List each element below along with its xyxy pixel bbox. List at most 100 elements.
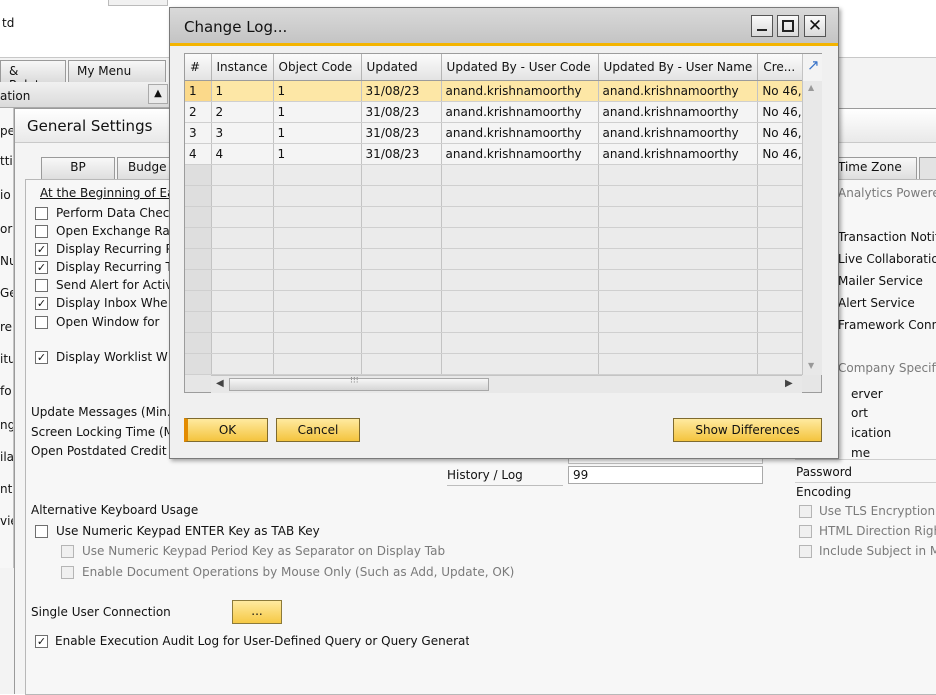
- cell-object-code[interactable]: 1: [273, 80, 362, 102]
- cancel-button[interactable]: Cancel: [276, 418, 360, 442]
- table-row[interactable]: 4 4 1 31/08/23 anand.krishnamoorthy anan…: [185, 143, 807, 165]
- checkbox-open-window[interactable]: [35, 316, 48, 329]
- tab-bp[interactable]: BP: [41, 157, 115, 179]
- checkbox-display-worklist[interactable]: ✓: [35, 351, 48, 364]
- edge-label: pe: [0, 124, 13, 138]
- cell-created[interactable]: No 46,: [757, 122, 807, 144]
- field-above-history[interactable]: [568, 459, 763, 464]
- change-log-table: # Instance Object Code Updated Updated B…: [185, 54, 807, 375]
- checkbox-display-recurring-postings[interactable]: ✓: [35, 243, 48, 256]
- tab-time-zone[interactable]: Time Zone: [827, 157, 917, 179]
- cell-instance[interactable]: 3: [211, 122, 274, 144]
- table-row[interactable]: 1 1 1 31/08/23 anand.krishnamoorthy anan…: [185, 80, 807, 102]
- cell-object-code[interactable]: 1: [273, 143, 362, 165]
- tab-relate[interactable]: & Relate: [0, 60, 66, 92]
- close-button[interactable]: ✕: [804, 15, 826, 37]
- scroll-up-button[interactable]: ▲: [148, 84, 168, 104]
- checkbox-include-subject[interactable]: [799, 545, 812, 558]
- keyboard-section-title: Alternative Keyboard Usage: [31, 503, 199, 517]
- column-header-number[interactable]: #: [185, 54, 212, 81]
- cell-user-name[interactable]: anand.krishnamoorthy: [598, 143, 759, 165]
- cell-object-code[interactable]: 1: [273, 101, 362, 123]
- row-number[interactable]: 3: [185, 122, 212, 144]
- arrow-expand-icon: ↗: [807, 56, 820, 74]
- checkbox-use-tls[interactable]: [799, 505, 812, 518]
- minimize-button[interactable]: [751, 15, 773, 37]
- label-framework-connection: Framework Conn: [838, 318, 936, 332]
- cell-created[interactable]: No 46,: [757, 101, 807, 123]
- label-html-direction: HTML Direction Righ: [819, 524, 936, 538]
- label-numeric-enter: Use Numeric Keypad ENTER Key as TAB Key: [56, 524, 320, 538]
- cell-updated[interactable]: 31/08/23: [361, 143, 442, 165]
- empty-row: [185, 353, 807, 375]
- cell-created[interactable]: No 46,: [757, 143, 807, 165]
- background-window-controls[interactable]: [108, 0, 168, 6]
- label-display-inbox: Display Inbox Whe: [56, 296, 168, 310]
- cell-user-code[interactable]: anand.krishnamoorthy: [441, 101, 599, 123]
- label-encoding: Encoding: [796, 485, 852, 499]
- edge-label: ng: [0, 418, 13, 432]
- maximize-button[interactable]: [777, 15, 799, 37]
- vertical-scrollbar[interactable]: ▲ ▼: [802, 81, 822, 375]
- label-screen-locking: Screen Locking Time (M: [31, 425, 171, 439]
- cell-updated[interactable]: 31/08/23: [361, 122, 442, 144]
- scrollbar-thumb[interactable]: ⁝⁝⁝: [229, 376, 489, 391]
- checkbox-mouse-only[interactable]: [61, 566, 74, 579]
- single-user-button[interactable]: ...: [232, 600, 282, 624]
- column-header-updated[interactable]: Updated: [361, 54, 442, 81]
- check-icon: ✓: [36, 351, 47, 364]
- checkbox-audit-log[interactable]: ✓: [35, 635, 48, 648]
- cell-instance[interactable]: 2: [211, 101, 274, 123]
- checkbox-send-alert[interactable]: [35, 279, 48, 292]
- tab-next[interactable]: [919, 157, 936, 179]
- cell-instance[interactable]: 4: [211, 143, 274, 165]
- cell-user-name[interactable]: anand.krishnamoorthy: [598, 80, 759, 102]
- cell-instance[interactable]: 1: [211, 80, 274, 102]
- divider: [795, 459, 936, 460]
- cell-user-name[interactable]: anand.krishnamoorthy: [598, 101, 759, 123]
- cell-created[interactable]: No 46,: [757, 80, 807, 102]
- horizontal-scrollbar[interactable]: ◀ ⁝⁝⁝ ▶: [211, 375, 802, 393]
- column-chooser-button[interactable]: ↗: [802, 54, 822, 81]
- change-log-title-bar[interactable]: Change Log... ✕: [170, 8, 838, 46]
- checkbox-html-direction[interactable]: [799, 525, 812, 538]
- cell-user-name[interactable]: anand.krishnamoorthy: [598, 122, 759, 144]
- tab-budget[interactable]: Budge: [117, 157, 177, 179]
- column-header-user-code[interactable]: Updated By - User Code: [441, 54, 599, 81]
- column-header-user-name[interactable]: Updated By - User Name: [598, 54, 759, 81]
- checkbox-numeric-enter[interactable]: [35, 525, 48, 538]
- checkbox-display-inbox[interactable]: ✓: [35, 297, 48, 310]
- edge-label: re: [0, 320, 13, 334]
- label-alert-service: Alert Service: [838, 296, 915, 310]
- cell-user-code[interactable]: anand.krishnamoorthy: [441, 80, 599, 102]
- column-header-object-code[interactable]: Object Code: [273, 54, 362, 81]
- column-header-created[interactable]: Cre...: [757, 54, 807, 81]
- row-number[interactable]: 2: [185, 101, 212, 123]
- cell-updated[interactable]: 31/08/23: [361, 80, 442, 102]
- triangle-down-icon: ▼: [808, 361, 815, 370]
- checkbox-display-recurring-transactions[interactable]: ✓: [35, 261, 48, 274]
- section-beginning-title: At the Beginning of Ea: [40, 186, 175, 200]
- show-differences-button[interactable]: Show Differences: [673, 418, 822, 442]
- cell-user-code[interactable]: anand.krishnamoorthy: [441, 122, 599, 144]
- edge-label: io: [0, 188, 11, 202]
- tab-my-menu[interactable]: My Menu: [68, 60, 166, 82]
- column-header-instance[interactable]: Instance: [211, 54, 274, 81]
- empty-row: [185, 290, 807, 312]
- row-number[interactable]: 1: [185, 80, 212, 102]
- cell-object-code[interactable]: 1: [273, 122, 362, 144]
- checkbox-perform-data-check[interactable]: [35, 207, 48, 220]
- ok-button[interactable]: OK: [184, 418, 268, 442]
- history-log-input[interactable]: 99: [568, 466, 763, 484]
- label-port: ort: [851, 406, 868, 420]
- background-strip: ation: [0, 82, 170, 108]
- row-number[interactable]: 4: [185, 143, 212, 165]
- label-mailer-service: Mailer Service: [838, 274, 923, 288]
- cell-user-code[interactable]: anand.krishnamoorthy: [441, 143, 599, 165]
- checkbox-numeric-period[interactable]: [61, 545, 74, 558]
- cell-updated[interactable]: 31/08/23: [361, 101, 442, 123]
- table-row[interactable]: 2 2 1 31/08/23 anand.krishnamoorthy anan…: [185, 101, 807, 123]
- label-company-specific: Company Specifi: [838, 361, 936, 375]
- table-row[interactable]: 3 3 1 31/08/23 anand.krishnamoorthy anan…: [185, 122, 807, 144]
- checkbox-open-exchange-rate[interactable]: [35, 225, 48, 238]
